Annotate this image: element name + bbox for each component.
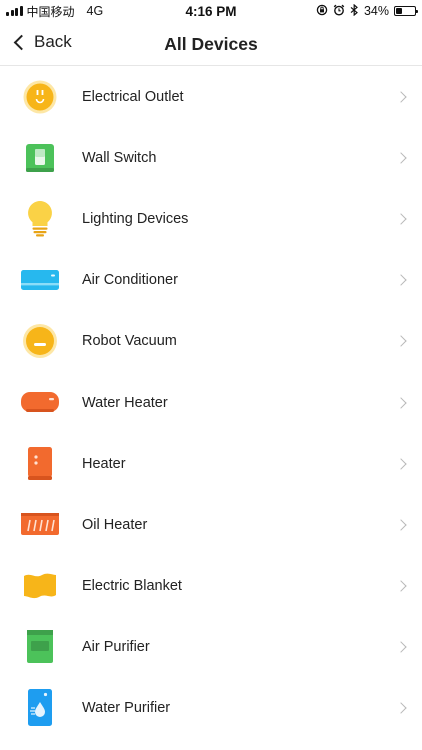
device-row-robot-vacuum[interactable]: Robot Vacuum	[0, 311, 422, 372]
device-label: Air Conditioner	[82, 272, 178, 289]
heater-icon	[0, 446, 82, 482]
device-row-air-purifier[interactable]: Air Purifier	[0, 617, 422, 678]
chevron-right-icon	[395, 702, 407, 715]
chevron-right-icon	[395, 152, 407, 164]
device-label: Wall Switch	[82, 149, 157, 166]
device-row-water-purifier[interactable]: Water Purifier	[0, 678, 422, 739]
chevron-right-icon	[395, 519, 407, 531]
device-label: Oil Heater	[82, 516, 148, 533]
robot-vacuum-icon	[0, 323, 82, 359]
device-row-electric-blanket[interactable]: Electric Blanket	[0, 556, 422, 617]
device-label: Heater	[82, 455, 126, 472]
device-row-air-conditioner[interactable]: Air Conditioner	[0, 250, 422, 311]
navigation-bar: Back All Devices	[0, 22, 422, 66]
chevron-right-icon	[395, 213, 407, 225]
signal-icon	[6, 6, 23, 16]
water-heater-icon	[0, 390, 82, 416]
device-label: Robot Vacuum	[82, 333, 177, 350]
page-title: All Devices	[164, 34, 258, 54]
status-bar: 中国移动 4G 4:16 PM 34%	[0, 0, 422, 22]
bluetooth-icon	[350, 3, 359, 19]
light-bulb-icon	[0, 200, 82, 238]
chevron-right-icon	[395, 580, 407, 592]
wall-switch-icon	[0, 142, 82, 174]
status-left: 中国移动 4G	[6, 3, 103, 20]
device-row-lighting-devices[interactable]: Lighting Devices	[0, 188, 422, 249]
device-label: Electric Blanket	[82, 578, 182, 595]
chevron-right-icon	[395, 335, 407, 348]
oil-heater-icon	[0, 511, 82, 539]
device-row-wall-switch[interactable]: Wall Switch	[0, 127, 422, 188]
device-row-electrical-outlet[interactable]: Electrical Outlet	[0, 66, 422, 127]
device-list: Electrical Outlet Wall Switch Lighting Dev…	[0, 66, 422, 739]
device-label: Water Heater	[82, 394, 168, 411]
status-right: 34%	[316, 3, 418, 19]
electrical-outlet-icon	[0, 79, 82, 115]
air-conditioner-icon	[0, 268, 82, 292]
chevron-right-icon	[395, 641, 407, 653]
device-label: Water Purifier	[82, 700, 171, 717]
battery-icon	[394, 6, 418, 16]
device-label: Air Purifier	[82, 639, 150, 656]
battery-percent: 34%	[363, 4, 389, 18]
air-purifier-icon	[0, 629, 82, 665]
carrier-name: 中国移动	[26, 4, 75, 19]
chevron-right-icon	[395, 274, 407, 286]
alarm-icon	[333, 4, 345, 19]
device-row-water-heater[interactable]: Water Heater	[0, 372, 422, 433]
chevron-right-icon	[395, 90, 407, 103]
device-row-oil-heater[interactable]: Oil Heater	[0, 494, 422, 555]
device-label: Electrical Outlet	[82, 88, 184, 105]
chevron-right-icon	[395, 396, 407, 409]
device-row-heater[interactable]: Heater	[0, 433, 422, 494]
water-purifier-icon	[0, 688, 82, 728]
device-label: Lighting Devices	[82, 210, 189, 227]
chevron-right-icon	[395, 458, 407, 470]
rotation-lock-icon	[316, 4, 328, 19]
network-type: 4G	[86, 4, 104, 18]
electric-blanket-icon	[0, 571, 82, 601]
